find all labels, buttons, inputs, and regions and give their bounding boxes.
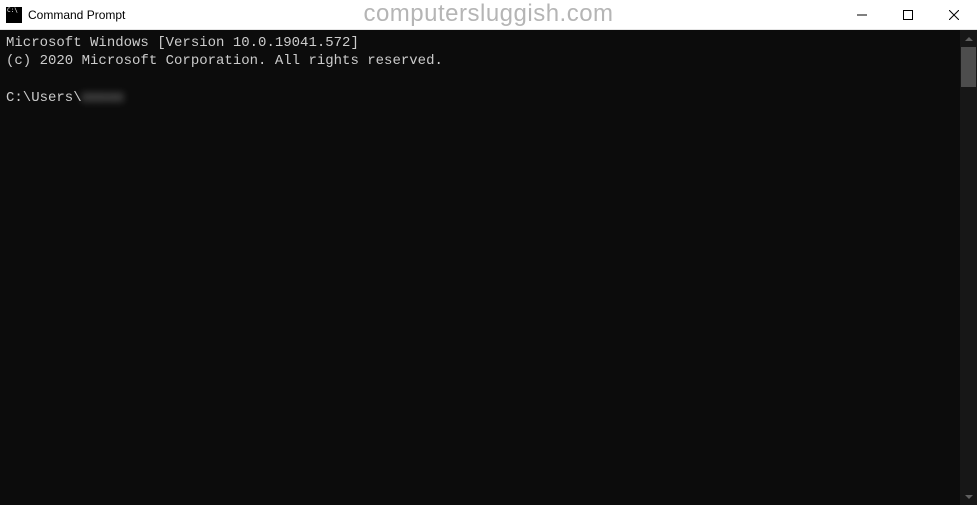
- scroll-up-arrow[interactable]: [960, 30, 977, 47]
- prompt-path: C:\Users\: [6, 89, 82, 107]
- terminal-blank-line: [6, 70, 954, 88]
- title-bar: Command Prompt: [0, 0, 977, 30]
- maximize-button[interactable]: [885, 0, 931, 30]
- prompt-username-blurred: xxxxx: [82, 89, 124, 107]
- window-controls: [839, 0, 977, 29]
- scroll-down-arrow[interactable]: [960, 488, 977, 505]
- terminal-area: Microsoft Windows [Version 10.0.19041.57…: [0, 30, 977, 505]
- cmd-app-icon: [6, 7, 22, 23]
- scroll-thumb[interactable]: [961, 47, 976, 87]
- maximize-icon: [903, 10, 913, 20]
- chevron-up-icon: [965, 37, 973, 41]
- title-left: Command Prompt: [0, 7, 125, 23]
- close-icon: [949, 10, 959, 20]
- minimize-icon: [857, 10, 867, 20]
- terminal-line-copyright: (c) 2020 Microsoft Corporation. All righ…: [6, 52, 954, 70]
- terminal-content[interactable]: Microsoft Windows [Version 10.0.19041.57…: [0, 30, 960, 505]
- terminal-line-version: Microsoft Windows [Version 10.0.19041.57…: [6, 34, 954, 52]
- close-button[interactable]: [931, 0, 977, 30]
- window-title: Command Prompt: [28, 8, 125, 22]
- minimize-button[interactable]: [839, 0, 885, 30]
- terminal-prompt-line: C:\Users\xxxxx: [6, 89, 954, 107]
- scroll-track[interactable]: [960, 47, 977, 488]
- chevron-down-icon: [965, 495, 973, 499]
- vertical-scrollbar[interactable]: [960, 30, 977, 505]
